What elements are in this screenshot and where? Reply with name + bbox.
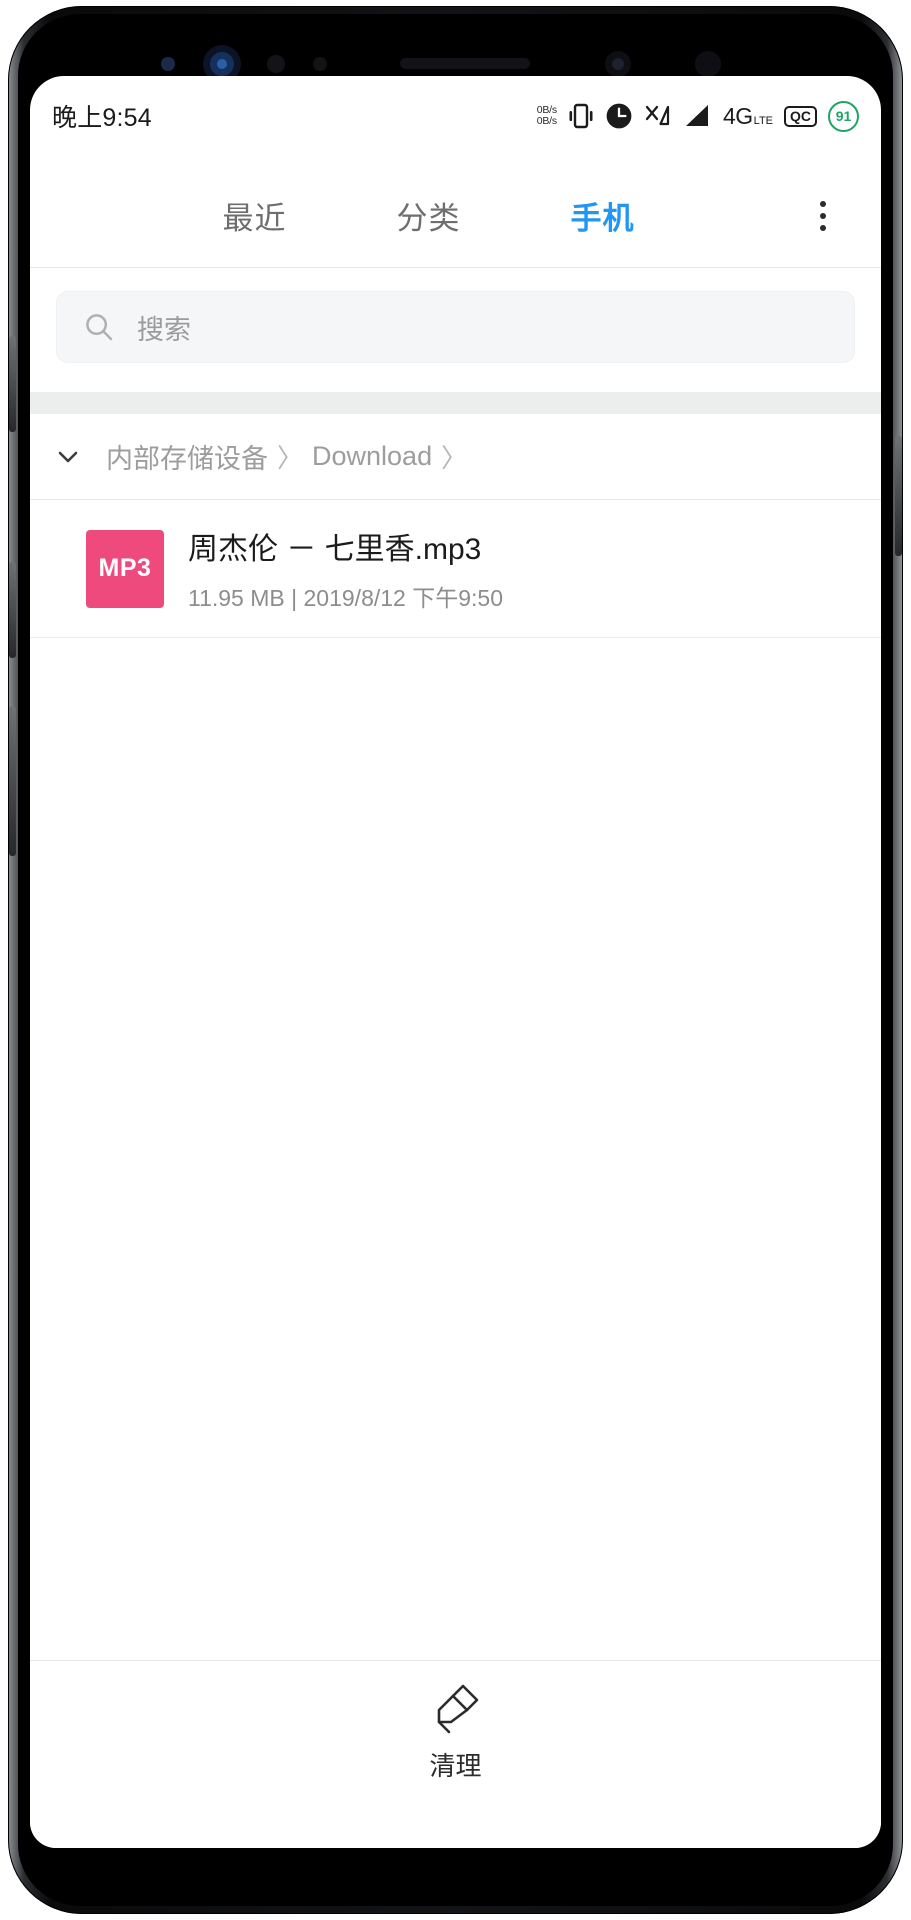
phone-screen: 晚上9:54 0B/s 0B/s 4G LTE QC 91 最近 分类 手机 搜… — [30, 76, 881, 1848]
bixby-key[interactable] — [9, 706, 16, 856]
signal-bars-icon — [685, 105, 708, 126]
breadcrumb-item-storage[interactable]: 内部存储设备 — [106, 437, 268, 476]
network-type-indicator: 4G LTE — [723, 103, 773, 130]
status-time: 晚上9:54 — [52, 104, 152, 132]
battery-indicator: 91 — [828, 100, 859, 132]
file-size: 11.95 MB — [188, 585, 285, 611]
screenshot-root: 晚上9:54 0B/s 0B/s 4G LTE QC 91 最近 分类 手机 搜… — [0, 0, 911, 1920]
tab-phone[interactable]: 手机 — [571, 193, 635, 238]
file-type-badge: MP3 — [86, 529, 164, 608]
status-icon-group: 0B/s 0B/s 4G LTE QC 91 — [537, 100, 859, 132]
power-key[interactable] — [895, 436, 902, 556]
tab-recent[interactable]: 最近 — [223, 193, 287, 238]
breadcrumb: 内部存储设备 〉 Download 〉 — [30, 414, 881, 500]
tab-list: 最近 分类 手机 — [30, 193, 791, 238]
file-modified-date: 2019/8/12 下午9:50 — [303, 585, 503, 611]
search-section: 搜索 — [30, 269, 881, 387]
network-speed-indicator: 0B/s 0B/s — [537, 105, 557, 126]
volume-up-key[interactable] — [9, 336, 16, 432]
file-metadata: 11.95 MB | 2019/8/12 下午9:50 — [188, 579, 503, 613]
breadcrumb-item-download[interactable]: Download — [312, 441, 432, 472]
vibrate-icon — [569, 103, 593, 129]
alarm-clock-icon — [606, 103, 632, 129]
clean-button-label: 清理 — [429, 1751, 482, 1781]
search-input[interactable]: 搜索 — [56, 291, 855, 363]
table-row[interactable]: MP3 周杰伦 － 七里香.mp3 11.95 MB | 2019/8/12 下… — [30, 500, 881, 638]
file-name: 周杰伦 － 七里香.mp3 — [188, 533, 482, 566]
network-type-suffix: LTE — [753, 114, 773, 127]
search-icon — [86, 314, 113, 341]
breadcrumb-separator-trailing: 〉 — [441, 443, 468, 473]
chevron-down-icon[interactable] — [30, 440, 106, 474]
network-speed-down: 0B/s — [536, 115, 557, 127]
signal-cross-icon — [645, 105, 670, 126]
network-type-label: 4G — [722, 102, 753, 129]
metadata-separator: | — [291, 585, 298, 611]
kebab-menu-icon[interactable] — [791, 184, 855, 248]
clean-button[interactable]: 清理 — [427, 1680, 485, 1783]
volume-down-key[interactable] — [9, 562, 16, 658]
breadcrumb-list: 内部存储设备 〉 Download 〉 — [106, 437, 467, 476]
search-placeholder: 搜索 — [137, 314, 191, 345]
section-divider-band — [30, 392, 881, 414]
quick-charge-badge: QC — [784, 105, 817, 127]
broom-clean-icon — [437, 1684, 478, 1734]
file-list: MP3 周杰伦 － 七里香.mp3 11.95 MB | 2019/8/12 下… — [30, 500, 881, 638]
navigation-gesture-area — [30, 1802, 881, 1848]
tab-categories[interactable]: 分类 — [397, 193, 461, 238]
file-info: 周杰伦 － 七里香.mp3 11.95 MB | 2019/8/12 下午9:5… — [188, 524, 503, 613]
bottom-toolbar: 清理 — [30, 1660, 881, 1802]
tab-bar: 最近 分类 手机 — [30, 164, 881, 268]
breadcrumb-separator: 〉 — [277, 443, 304, 473]
status-bar: 晚上9:54 0B/s 0B/s 4G LTE QC 91 — [30, 88, 881, 144]
